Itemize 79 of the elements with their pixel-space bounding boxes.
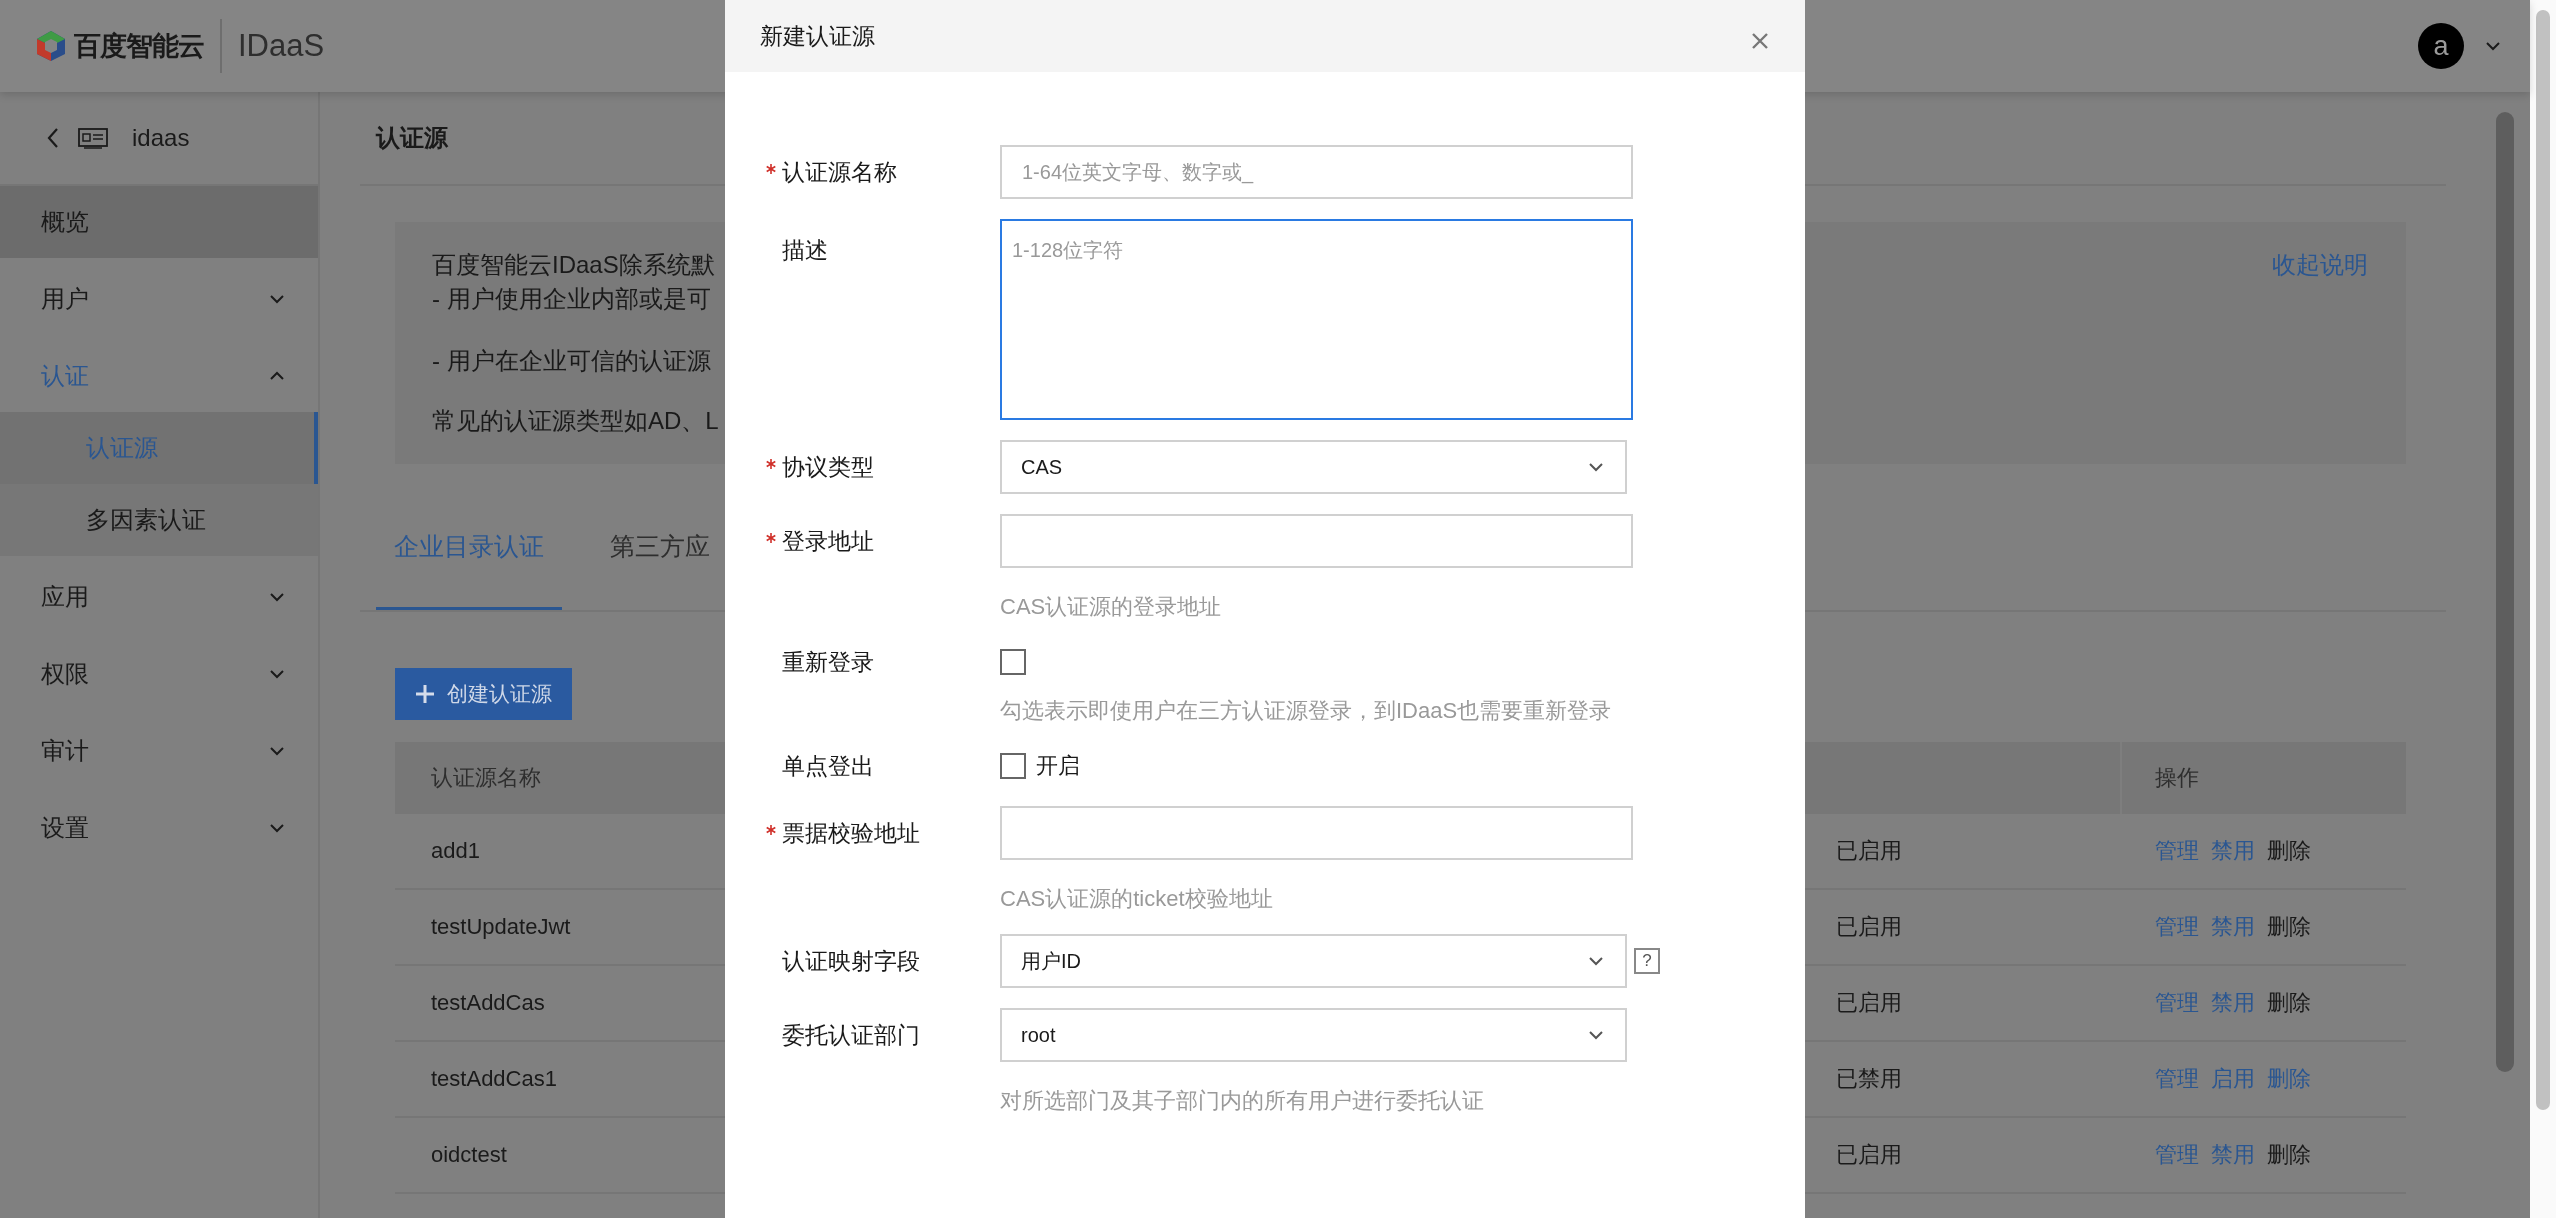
app-name: idaas <box>132 124 190 152</box>
action-link[interactable]: 管理 <box>2155 988 2199 1018</box>
status-cell-text: 已禁用 <box>1835 1065 1903 1093</box>
dropdown[interactable]: CAS <box>1000 440 1627 494</box>
scrollbar[interactable] <box>2530 0 2556 1218</box>
field-label-group: 协议类型 <box>763 451 1000 483</box>
status-cell-text: 已启用 <box>1835 989 1903 1017</box>
nav-item[interactable]: 设置 <box>0 792 318 864</box>
field-label-group: 认证源名称 <box>763 156 1000 188</box>
logo-icon <box>36 30 66 62</box>
nav-item[interactable]: 应用 <box>0 561 318 633</box>
table-cell: add1 <box>431 838 480 863</box>
text-area[interactable]: 1-128位字符 <box>1000 219 1633 420</box>
help-button[interactable]: ? <box>1634 948 1660 974</box>
required-icon <box>766 533 776 543</box>
field-label-group: 认证映射字段 <box>763 945 1000 977</box>
action-link[interactable]: 管理 <box>2155 1140 2199 1170</box>
info-text: 百度智能云IDaaS除系统默 <box>432 250 716 280</box>
dropdown[interactable]: 用户ID <box>1000 934 1627 988</box>
back-icon <box>46 126 60 150</box>
info-text: - 用户使用企业内部或是可 <box>432 284 712 314</box>
product-name: IDaaS <box>238 28 325 64</box>
tab[interactable]: 企业目录认证 <box>376 490 562 610</box>
nav-subitem[interactable]: 多因素认证 <box>0 484 318 556</box>
nav-item[interactable]: 概览 <box>0 186 318 258</box>
field-label-group: 登录地址 <box>763 525 1000 557</box>
avatar[interactable]: a <box>2418 23 2464 69</box>
status-cell-text: 已启用 <box>1835 837 1903 865</box>
input-field[interactable] <box>1000 806 1633 860</box>
column-header: 认证源名称 <box>431 764 541 792</box>
action-link[interactable]: 启用 <box>2211 1064 2255 1094</box>
scrollbar-thumb[interactable] <box>2496 112 2514 1072</box>
required-icon <box>766 825 776 835</box>
action-link[interactable]: 管理 <box>2155 836 2199 866</box>
input-field[interactable]: 1-64位英文字母、数字或_ <box>1000 145 1633 199</box>
nav-item[interactable]: 认证 <box>0 340 318 412</box>
status-cell-text: 已启用 <box>1835 913 1903 941</box>
table-cell: testAddCas1 <box>431 1066 557 1091</box>
action-link[interactable]: 禁用 <box>2211 1140 2255 1170</box>
action-link[interactable]: 禁用 <box>2211 988 2255 1018</box>
close-icon <box>1751 32 1769 50</box>
action-link[interactable]: 禁用 <box>2211 912 2255 942</box>
id-card-icon <box>78 126 108 150</box>
checkbox[interactable] <box>1000 753 1026 779</box>
hint-text: CAS认证源的ticket校验地址 <box>1000 885 1274 913</box>
table-cell: oidctest <box>431 1142 507 1167</box>
dropdown[interactable]: root <box>1000 1008 1627 1062</box>
nav-item[interactable]: 用户 <box>0 263 318 335</box>
action-link[interactable]: 删除 <box>2267 1064 2311 1094</box>
column-header: 操作 <box>2120 742 2406 814</box>
action-link[interactable]: 禁用 <box>2211 836 2255 866</box>
field-label-group: 描述 <box>763 235 1000 266</box>
action-link[interactable]: 管理 <box>2155 912 2199 942</box>
table-cell: testAddCas <box>431 990 545 1015</box>
status-cell-text: 已启用 <box>1835 1141 1903 1169</box>
create-button[interactable]: 创建认证源 <box>395 668 572 720</box>
hint-text: 对所选部门及其子部门内的所有用户进行委托认证 <box>1000 1087 1485 1115</box>
input-field[interactable] <box>1000 514 1633 568</box>
action-link[interactable]: 管理 <box>2155 1064 2199 1094</box>
hint-text: CAS认证源的登录地址 <box>1000 593 1223 621</box>
table-cell: testUpdateJwt <box>431 914 571 939</box>
hint-text: 勾选表示即使用户在三方认证源登录，到IDaaS也需要重新登录 <box>1000 697 1613 725</box>
info-text: - 用户在企业可信的认证源 <box>432 346 712 376</box>
tab[interactable]: 第三方应 <box>592 490 728 610</box>
info-text: 常见的认证源类型如AD、L <box>432 406 719 436</box>
plus-icon <box>415 684 435 704</box>
dialog-title: 新建认证源 <box>760 21 875 51</box>
required-icon <box>766 164 776 174</box>
field-label-group: 单点登出 <box>763 750 1000 782</box>
field-label-group: 票据校验地址 <box>763 817 1000 849</box>
required-icon <box>766 459 776 469</box>
checkbox-label: 开启 <box>1036 752 1080 780</box>
field-label-group: 委托认证部门 <box>763 1019 1000 1051</box>
checkbox[interactable] <box>1000 649 1026 675</box>
nav-item[interactable]: 审计 <box>0 715 318 787</box>
logo-text: 百度智能云 <box>74 30 204 63</box>
field-label-group: 重新登录 <box>763 646 1000 678</box>
scrollbar-thumb[interactable] <box>2536 10 2550 1110</box>
nav-item[interactable]: 权限 <box>0 638 318 710</box>
